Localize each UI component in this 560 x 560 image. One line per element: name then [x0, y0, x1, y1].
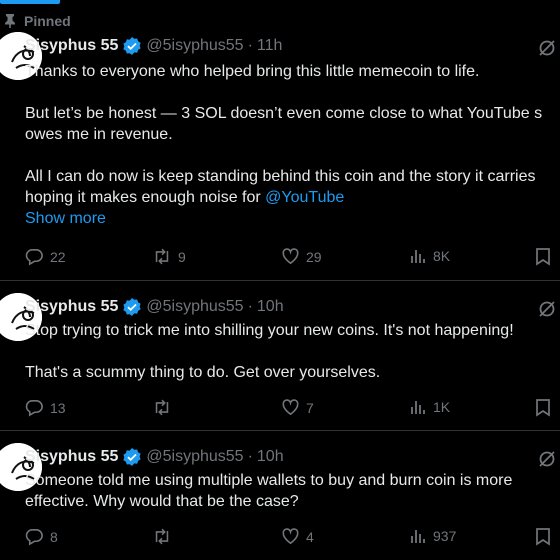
like-button[interactable]: 7 — [281, 398, 314, 417]
mention-link[interactable]: @YouTube — [265, 189, 344, 206]
grok-icon[interactable] — [537, 38, 557, 58]
tweet-line: Stop trying to trick me into shilling yo… — [25, 322, 514, 339]
separator-dot: · — [247, 448, 253, 465]
tweet-actions: 8 4 937 — [0, 527, 560, 547]
verified-badge-icon — [122, 447, 142, 467]
views-icon — [411, 250, 425, 263]
separator-dot: · — [247, 298, 253, 315]
tweet-actions: 22 9 29 8K — [0, 247, 560, 267]
tweet-line: hoping it makes enough noise for @YouTub… — [25, 187, 560, 208]
tweet-actions: 13 7 1K — [0, 398, 560, 418]
views-button[interactable]: 1K — [409, 398, 450, 416]
repost-icon — [155, 248, 169, 265]
bookmark-button[interactable] — [535, 398, 551, 417]
repost-count: 9 — [178, 248, 186, 265]
reply-icon — [25, 249, 43, 266]
bookmark-icon — [536, 528, 550, 546]
display-name[interactable]: Sisyphus 55 — [25, 37, 118, 55]
tweet[interactable]: Sisyphus 55 @5isyphus55 · 10h Stop tryin… — [0, 281, 560, 431]
tweet-line: That's a scummy thing to do. Get over yo… — [25, 364, 381, 381]
views-count: 937 — [433, 528, 457, 544]
reply-count: 13 — [50, 399, 66, 416]
display-name[interactable]: Sisyphus 55 — [25, 298, 118, 316]
pinned-label-row: Pinned — [3, 13, 71, 29]
handle[interactable]: @5isyphus55 — [146, 298, 243, 316]
like-count: 4 — [306, 528, 314, 545]
repost-button[interactable] — [152, 398, 172, 417]
like-count: 7 — [306, 399, 314, 416]
like-button[interactable]: 4 — [281, 527, 314, 546]
tweet-line: But let’s be honest — 3 SOL doesn’t even… — [25, 105, 543, 122]
reply-icon — [25, 400, 43, 417]
timestamp[interactable]: 10h — [257, 298, 284, 316]
reply-button[interactable]: 8 — [25, 527, 58, 546]
tweet[interactable]: Pinned Sisyphus 55 @5isyphus55 · 11h Tha… — [0, 0, 560, 281]
grok-icon[interactable] — [537, 299, 557, 319]
tweet-line: All I can do now is keep standing behind… — [25, 168, 536, 185]
tweet-header: Sisyphus 55 @5isyphus55 · 10h — [25, 447, 284, 467]
grok-icon[interactable] — [537, 449, 557, 469]
reply-button[interactable]: 13 — [25, 398, 66, 417]
like-count: 29 — [306, 248, 322, 265]
views-count: 8K — [433, 248, 451, 264]
pinned-label: Pinned — [24, 13, 71, 29]
tweet-line: owes me in revenue. — [25, 126, 173, 143]
views-count: 1K — [433, 399, 451, 415]
timestamp[interactable]: 10h — [257, 448, 284, 466]
views-button[interactable]: 937 — [409, 527, 456, 545]
reply-icon — [25, 529, 43, 546]
tweet-line: Someone told me using multiple wallets t… — [25, 472, 513, 489]
verified-badge-icon — [122, 36, 142, 56]
tweet-text: Stop trying to trick me into shilling yo… — [25, 320, 560, 383]
separator-dot: · — [247, 37, 253, 54]
pin-icon — [5, 14, 15, 28]
tweet-line: Thanks to everyone who helped bring this… — [25, 63, 480, 80]
display-name[interactable]: Sisyphus 55 — [25, 448, 118, 466]
bookmark-button[interactable] — [535, 527, 551, 546]
show-more-link[interactable]: Show more — [25, 208, 560, 229]
tweet-text: Thanks to everyone who helped bring this… — [25, 61, 560, 229]
repost-button[interactable]: 9 — [152, 247, 186, 266]
reply-count: 8 — [50, 528, 58, 545]
views-button[interactable]: 8K — [409, 247, 450, 265]
verified-badge-icon — [122, 297, 142, 317]
handle[interactable]: @5isyphus55 — [146, 448, 243, 466]
reply-button[interactable]: 22 — [25, 247, 66, 266]
tweet-line-text: hoping it makes enough noise for — [25, 189, 266, 206]
timestamp[interactable]: 11h — [257, 37, 283, 55]
bookmark-icon — [536, 399, 550, 417]
like-button[interactable]: 29 — [281, 247, 322, 266]
tweet-header: Sisyphus 55 @5isyphus55 · 11h — [25, 36, 282, 56]
bookmark-button[interactable] — [535, 247, 551, 266]
like-icon — [282, 399, 299, 416]
reply-count: 22 — [50, 248, 66, 265]
like-icon — [282, 528, 299, 545]
like-icon — [282, 248, 299, 265]
handle[interactable]: @5isyphus55 — [146, 37, 243, 55]
tweet-text: Someone told me using multiple wallets t… — [25, 470, 560, 512]
views-icon — [411, 401, 425, 414]
repost-icon — [155, 528, 169, 545]
repost-button[interactable] — [152, 527, 172, 546]
tweet-line: effective. Why would that be the case? — [25, 493, 299, 510]
views-icon — [411, 530, 425, 543]
tweet[interactable]: Sisyphus 55 @5isyphus55 · 10h Someone to… — [0, 431, 560, 560]
repost-icon — [155, 399, 169, 416]
tweet-header: Sisyphus 55 @5isyphus55 · 10h — [25, 297, 284, 317]
bookmark-icon — [536, 248, 550, 266]
